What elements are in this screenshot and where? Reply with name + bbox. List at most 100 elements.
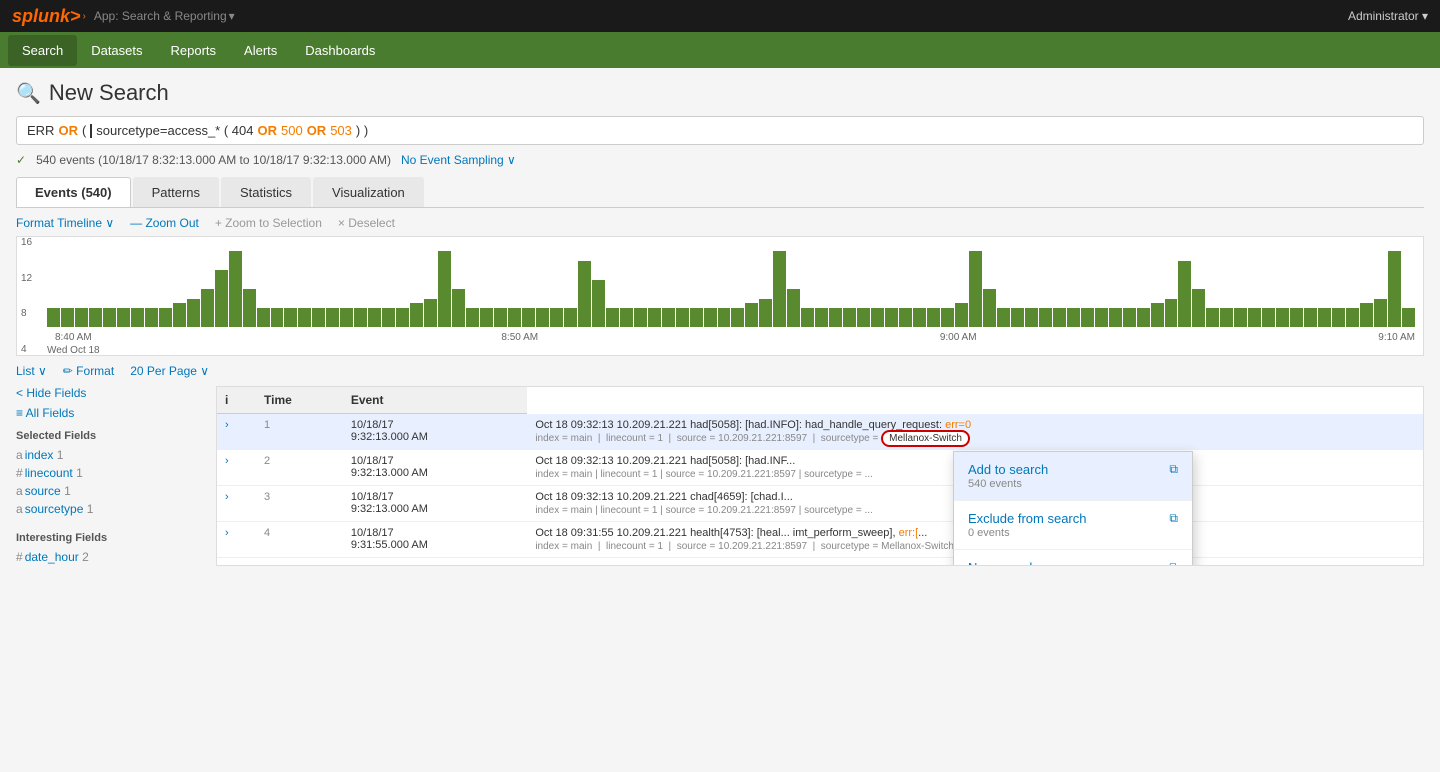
row-num-label: 1 [264,419,270,431]
nav-item-dashboards[interactable]: Dashboards [291,35,389,66]
list-dropdown[interactable]: List ∨ [16,364,47,378]
chart-bar [61,308,74,327]
search-input-box[interactable]: ERR OR ( sourcetype=access_* ( 404 OR 50… [16,116,1424,145]
chart-bar [941,308,954,327]
chart-bar [201,289,214,327]
chart-bar [759,299,772,328]
chart-bar [801,308,814,327]
zoom-out-btn[interactable]: — Zoom Out [130,216,199,230]
chart-bar [829,308,842,327]
chart-bar [131,308,144,327]
nav-item-reports[interactable]: Reports [157,35,231,66]
menu-item-content: Add to search 540 events [968,462,1169,490]
per-page-dropdown[interactable]: 20 Per Page ∨ [130,364,209,378]
sampling-dropdown[interactable]: No Event Sampling ∨ [401,153,516,167]
chart-bar [1067,308,1080,327]
sidebar-field-index[interactable]: aindex 1 [16,446,208,464]
nav-item-search[interactable]: Search [8,35,77,66]
chart-bar [312,308,325,327]
sidebar-field-sourcetype[interactable]: asourcetype 1 [16,500,208,518]
chart-bar [857,308,870,327]
selected-fields-title: Selected Fields [16,430,208,442]
sidebar-field-linecount[interactable]: #linecount 1 [16,464,208,482]
chart-bar [578,261,591,328]
menu-item-label: Exclude from search [968,511,1169,526]
external-link-icon[interactable]: ⧉ [1169,560,1178,566]
field-name[interactable]: sourcetype [25,502,84,516]
query-token-or2: OR [257,123,277,138]
chart-bar [955,303,968,327]
xaxis-label-3: 9:00 AM [940,331,977,356]
tab-statistics[interactable]: Statistics [221,177,311,207]
chart-bar [1053,308,1066,327]
sidebar-interesting-field-date_hour[interactable]: #date_hour 2 [16,548,208,566]
chart-bar [47,308,60,327]
sidebar-field-source[interactable]: asource 1 [16,482,208,500]
expand-arrow[interactable]: › [225,419,229,431]
chart-bar [1360,303,1373,327]
results-controls: List ∨ ✏ Format 20 Per Page ∨ [16,364,1424,378]
chart-bar [662,308,675,327]
context-menu-item-0[interactable]: Add to search 540 events ⧉ [954,452,1192,501]
query-token-sourcetype: sourcetype=access_* ( 404 [96,123,253,138]
field-name[interactable]: source [25,484,61,498]
chart-bar [690,308,703,327]
chart-bar [731,308,744,327]
col-i: i [217,387,256,414]
chart-bar [620,308,633,327]
event-text: Oct 18 09:32:13 10.209.21.221 had[5058]:… [535,419,1415,431]
interesting-fields-list: #date_hour 2 [16,548,208,566]
logo-chevron[interactable]: › [83,11,86,22]
row-number: 3 [256,485,343,521]
chart-bar [997,308,1010,327]
row-number: 4 [256,521,343,557]
hide-fields-btn[interactable]: < Hide Fields [16,386,208,400]
expand-arrow[interactable]: › [225,491,229,503]
expand-btn[interactable]: › [217,521,256,557]
chart-bar [1290,308,1303,327]
external-link-icon[interactable]: ⧉ [1169,511,1178,526]
time-cell: 10/18/179:32:13.000 AM [343,449,528,485]
interesting-fields-title: Interesting Fields [16,532,208,544]
chart-bar [592,280,605,328]
query-token-or3: OR [307,123,327,138]
field-name[interactable]: index [25,448,54,462]
field-type: # [16,466,23,480]
context-menu-item-1[interactable]: Exclude from search 0 events ⧉ [954,501,1192,550]
external-link-icon[interactable]: ⧉ [1169,462,1178,477]
chart-bar [368,308,381,327]
expand-btn[interactable]: › [217,485,256,521]
chart-bar [1151,303,1164,327]
expand-arrow[interactable]: › [225,455,229,467]
nav-item-alerts[interactable]: Alerts [230,35,291,66]
admin-menu[interactable]: Administrator ▾ [1348,9,1428,23]
content: 🔍 New Search ERR OR ( sourcetype=access_… [0,68,1440,772]
chart-bar [550,308,563,327]
page-title-area: 🔍 New Search [16,80,1424,106]
app-chevron[interactable]: ▾ [229,9,235,23]
all-fields-btn[interactable]: ≡ All Fields [16,406,208,420]
deselect-btn[interactable]: × Deselect [338,216,395,230]
expand-btn[interactable]: › [217,449,256,485]
field-type: a [16,502,23,516]
format-timeline-btn[interactable]: Format Timeline ∨ [16,216,114,230]
field-name[interactable]: date_hour [25,550,79,564]
chart-bar [1123,308,1136,327]
tab-visualization[interactable]: Visualization [313,177,424,207]
zoom-selection-btn[interactable]: + Zoom to Selection [215,216,322,230]
field-count: 1 [87,502,94,516]
tab-events[interactable]: Events (540) [16,177,131,207]
tab-patterns[interactable]: Patterns [133,177,219,207]
timeline-chart[interactable]: 16 12 8 4 8:40 AMWed Oct 182017 8:50 AM … [16,236,1424,356]
chart-bar [410,303,423,327]
expand-arrow[interactable]: › [225,527,229,539]
sourcetype-value[interactable]: Mellanox-Switch [881,430,970,447]
chart-bar [1276,308,1289,327]
expand-btn[interactable]: › [217,414,256,450]
nav-item-datasets[interactable]: Datasets [77,35,156,66]
field-count: 2 [82,550,89,564]
app-name-label: App: Search & Reporting [94,9,227,23]
field-name[interactable]: linecount [25,466,73,480]
context-menu-item-2[interactable]: New search ⧉ [954,550,1192,566]
format-btn[interactable]: ✏ Format [63,364,114,378]
